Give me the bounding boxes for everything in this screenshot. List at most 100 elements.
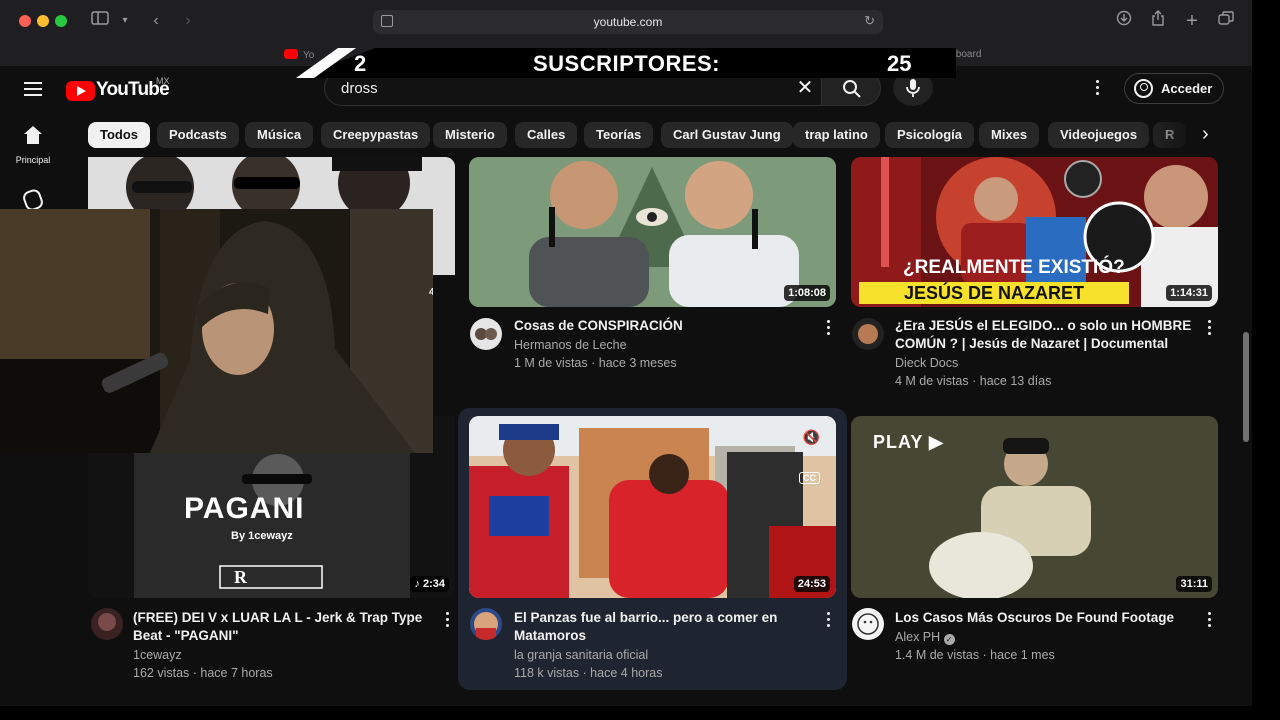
channel-avatar[interactable] — [470, 318, 502, 350]
more-options-icon[interactable] — [443, 612, 451, 630]
chip-todos[interactable]: Todos — [88, 122, 151, 148]
sidebar-item-label: Principal — [15, 155, 51, 165]
video-title[interactable]: El Panzas fue al barrio... pero a comer … — [514, 609, 814, 645]
webcam-image — [0, 209, 433, 453]
subscriber-count: 25 — [887, 51, 912, 76]
downloads-icon[interactable] — [1114, 10, 1134, 32]
chip-podcasts[interactable]: Podcasts — [157, 122, 239, 148]
chevron-right-icon[interactable]: › — [1202, 124, 1224, 146]
video-meta: 162 vistas · hace 7 horas — [133, 666, 273, 680]
search-icon — [843, 80, 861, 98]
reload-icon[interactable]: ↻ — [864, 13, 875, 29]
thumbnail-title: PAGANI — [184, 492, 305, 525]
chip-carl-gustav-jung[interactable]: Carl Gustav Jung — [661, 122, 793, 148]
thumbnail-subtitle: By 1cewayz — [231, 530, 293, 542]
microphone-icon — [906, 79, 920, 97]
verified-icon: ✓ — [943, 634, 955, 645]
more-options-icon[interactable] — [824, 612, 832, 630]
more-options-icon[interactable] — [1205, 320, 1213, 338]
chip-musica[interactable]: Música — [245, 122, 314, 148]
share-icon[interactable] — [1148, 10, 1168, 32]
window-bottom-edge — [0, 706, 1252, 720]
video-thumbnail[interactable]: PLAY ▶ 31:11 — [851, 416, 1218, 598]
new-tab-icon[interactable]: + — [1182, 10, 1202, 32]
chip-trap-latino[interactable]: trap latino — [793, 122, 880, 148]
scrollbar-thumb[interactable] — [1243, 332, 1249, 442]
subscriber-label: SUSCRIPTORES: — [533, 51, 721, 76]
url-text: youtube.com — [593, 15, 663, 29]
chip-videojuegos[interactable]: Videojuegos — [1048, 122, 1150, 148]
more-options-icon[interactable] — [1205, 612, 1213, 630]
channel-name[interactable]: Alex PH ✓ — [895, 630, 955, 645]
video-duration: 1:08:08 — [784, 285, 830, 301]
webcam-overlay: 45 — [0, 209, 433, 453]
forward-arrow-icon[interactable]: › — [180, 10, 196, 32]
window-edge — [1252, 0, 1280, 720]
tab-overview-icon[interactable] — [1216, 10, 1236, 32]
filter-chips: Todos Podcasts Música Creepypastas Miste… — [88, 122, 1228, 148]
clear-search-icon[interactable]: ✕ — [792, 75, 818, 101]
account-icon — [1134, 79, 1153, 98]
chip-psicologia[interactable]: Psicología — [885, 122, 975, 148]
close-window-button[interactable] — [19, 15, 31, 27]
youtube-play-icon — [66, 81, 95, 101]
video-duration: 24:53 — [793, 576, 830, 592]
thumbnail-image — [469, 157, 836, 307]
video-meta: 1.4 M de vistas · hace 1 mes — [895, 648, 1055, 662]
chip-teorias[interactable]: Teorías — [584, 122, 654, 148]
channel-name[interactable]: 1cewayz — [133, 648, 182, 662]
mute-icon[interactable]: 🔇 — [803, 429, 820, 446]
country-code: MX — [156, 76, 170, 86]
thumbnail-caption-bottom: JESÚS DE NAZARET — [859, 282, 1129, 304]
channel-avatar[interactable] — [852, 608, 884, 640]
subscriber-previous: 2 — [354, 51, 367, 76]
thumbnail-caption-top: ¿REALMENTE EXISTIÓ? — [903, 257, 1125, 278]
address-bar[interactable]: youtube.com ↻ — [373, 10, 883, 34]
search-value: dross — [341, 80, 378, 97]
video-title[interactable]: (FREE) DEI V x LUAR LA L - Jerk & Trap T… — [133, 609, 438, 645]
video-title[interactable]: Los Casos Más Oscuros De Found Footage — [895, 609, 1205, 627]
chip-calles[interactable]: Calles — [515, 122, 578, 148]
more-options-icon[interactable] — [824, 320, 832, 338]
home-icon — [23, 126, 43, 146]
channel-name[interactable]: Hermanos de Leche — [514, 338, 627, 352]
video-duration: 31:11 — [1176, 576, 1212, 592]
video-preview-player[interactable]: 🔇 CC 24:53 — [469, 416, 836, 598]
chip-creepypastas[interactable]: Creepypastas — [321, 122, 431, 148]
channel-name[interactable]: Dieck Docs — [895, 356, 958, 370]
video-duration: ♪ 2:34 — [410, 576, 449, 592]
video-title[interactable]: Cosas de CONSPIRACIÓN — [514, 317, 814, 335]
thumbnail-image — [469, 416, 836, 598]
video-title[interactable]: ¿Era JESÚS el ELEGIDO... o solo un HOMBR… — [895, 317, 1205, 353]
sidebar-item-home[interactable]: Principal — [10, 126, 56, 168]
page-scrollbar[interactable] — [1240, 66, 1252, 706]
channel-name[interactable]: la granja sanitaria oficial — [514, 648, 648, 662]
video-thumbnail[interactable]: 1:08:08 — [469, 157, 836, 307]
sign-in-button[interactable]: Acceder — [1124, 73, 1224, 104]
video-thumbnail[interactable]: ¿REALMENTE EXISTIÓ? JESÚS DE NAZARET 1:1… — [851, 157, 1218, 307]
youtube-favicon-icon — [284, 49, 298, 59]
tab-youtube[interactable]: Yo — [284, 49, 314, 61]
sidebar-toggle-icon[interactable] — [90, 10, 110, 32]
chip-misterio[interactable]: Misterio — [433, 122, 507, 148]
video-duration: 1:14:31 — [1166, 285, 1212, 301]
channel-avatar[interactable] — [91, 608, 123, 640]
menu-icon[interactable] — [24, 82, 42, 96]
settings-menu-icon[interactable] — [1094, 80, 1100, 98]
thumbnail-play-text: PLAY ▶ — [873, 432, 944, 452]
chip-mixes[interactable]: Mixes — [979, 122, 1040, 148]
maximize-window-button[interactable] — [55, 15, 67, 27]
back-arrow-icon[interactable]: ‹ — [148, 10, 164, 32]
sign-in-label: Acceder — [1161, 81, 1213, 96]
chips-fade — [1140, 122, 1200, 148]
video-meta: 118 k vistas · hace 4 horas — [514, 666, 663, 680]
svg-text:R: R — [234, 567, 248, 587]
captions-button[interactable]: CC — [799, 472, 820, 484]
video-meta: 1 M de vistas · hace 3 meses — [514, 356, 677, 370]
channel-avatar[interactable] — [852, 318, 884, 350]
video-meta: 4 M de vistas · hace 13 días — [895, 374, 1052, 388]
partial-duration: 45 — [429, 287, 433, 298]
minimize-window-button[interactable] — [37, 15, 49, 27]
channel-avatar[interactable] — [470, 608, 502, 640]
chevron-down-icon[interactable]: ▾ — [118, 10, 132, 32]
